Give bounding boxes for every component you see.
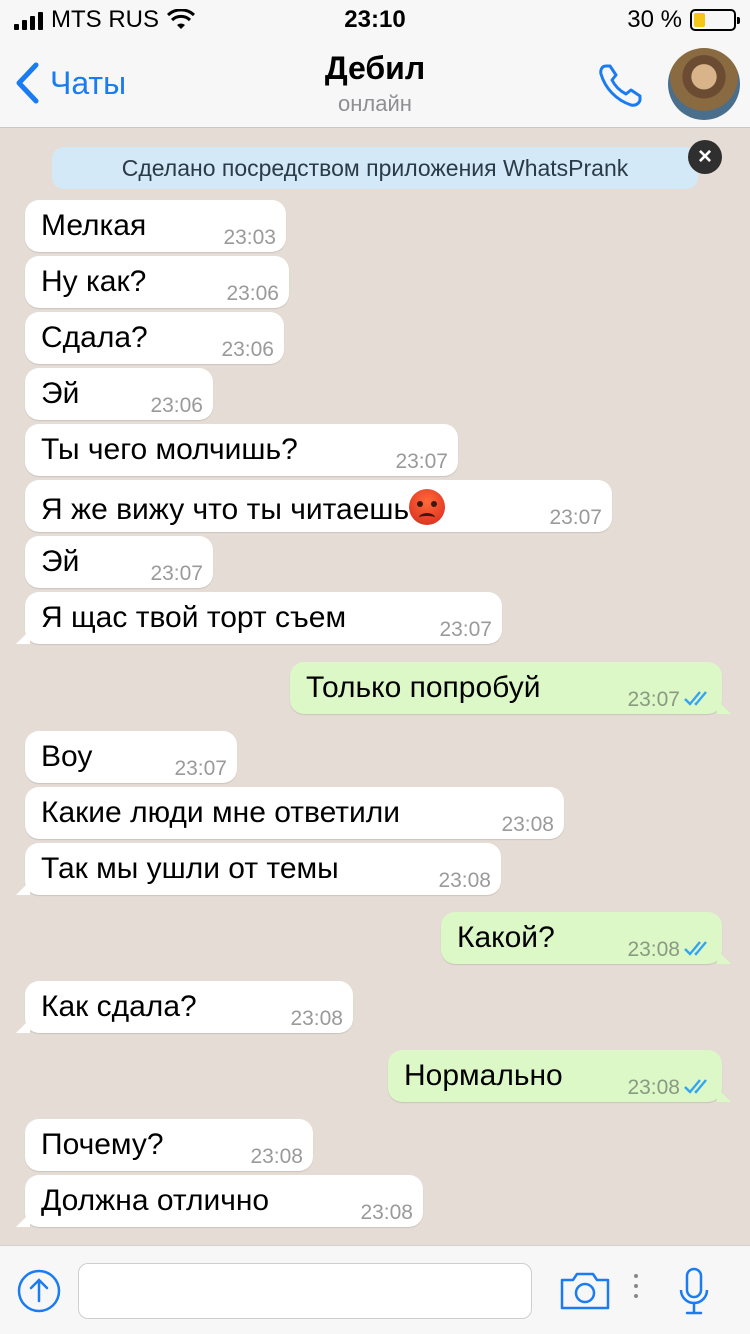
close-icon[interactable]: × [688,140,722,174]
message-text: Воу [41,740,93,773]
message-time: 23:07 [627,688,680,711]
message-input[interactable] [78,1263,532,1319]
message-time: 23:07 [150,562,203,585]
whatsprank-banner: Сделано посредством приложения WhatsPran… [52,147,698,189]
message-text: Какой? [457,921,555,954]
message-time: 23:03 [223,226,276,249]
message-time: 23:08 [290,1007,343,1030]
message-bubble[interactable]: Должна отлично 23:08 [16,1175,423,1227]
message-text: Как сдала? [41,990,197,1023]
message-bubble[interactable]: Какие люди мне ответили 23:08 [25,787,564,839]
message-bubble[interactable]: Воу 23:07 [25,731,237,783]
message-text: Только попробуй [306,671,541,704]
battery-level [694,13,706,27]
message-bubble[interactable]: Эй 23:07 [25,536,213,588]
message-text: Мелкая [41,209,147,242]
more-options-icon[interactable] [632,1274,640,1304]
back-label: Чаты [50,64,127,101]
input-bar [0,1245,750,1334]
message-text: Ты чего молчишь? [41,433,298,466]
message-time: 23:08 [627,938,680,961]
microphone-icon[interactable] [676,1266,712,1318]
message-time: 23:07 [439,618,492,641]
message-bubble-outgoing[interactable]: Какой? 23:08 [441,912,731,964]
chevron-left-icon [16,62,39,104]
message-time: 23:07 [174,757,227,780]
message-time: 23:07 [549,506,602,529]
status-bar: MTS RUS 23:10 30 % [0,0,750,40]
double-check-icon [684,941,707,956]
message-bubble[interactable]: Я же вижу что ты читаешь 23:07 [25,480,612,532]
message-time: 23:06 [226,282,279,305]
message-time: 23:08 [360,1201,413,1224]
double-check-icon [684,1079,707,1094]
contact-info[interactable]: Дебил онлайн [175,50,575,117]
chat-header: Чаты Дебил онлайн [0,40,750,128]
message-text: Ну как? [41,265,147,298]
message-text: Должна отлично [41,1184,270,1217]
message-text: Так мы ушли от темы [41,852,339,885]
message-bubble[interactable]: Сдала? 23:06 [25,312,284,364]
avatar[interactable] [668,48,740,120]
message-time: 23:06 [221,338,274,361]
message-bubble[interactable]: Эй 23:06 [25,368,213,420]
contact-status: онлайн [338,91,412,116]
message-bubble[interactable]: Ты чего молчишь? 23:07 [25,424,458,476]
message-text: Какие люди мне ответили [41,796,401,829]
contact-name: Дебил [324,50,426,86]
message-bubble[interactable]: Как сдала? 23:08 [16,981,353,1033]
message-text: Я же вижу что ты читаешь [41,493,410,526]
message-text-wrap: Я же вижу что ты читаешь [41,489,446,527]
message-bubble-outgoing[interactable]: Нормально 23:08 [388,1050,731,1102]
angry-face-icon [409,489,446,525]
message-text: Нормально [404,1059,563,1092]
message-time: 23:08 [250,1145,303,1168]
message-text: Сдала? [41,321,148,354]
message-time: 23:08 [438,869,491,892]
message-text: Я щас твой торт съем [41,601,347,634]
battery-icon [690,9,740,31]
message-time: 23:08 [627,1076,680,1099]
message-text: Почему? [41,1128,164,1161]
camera-icon[interactable] [558,1270,612,1312]
message-bubble[interactable]: Так мы ушли от темы 23:08 [16,843,501,895]
message-bubble[interactable]: Почему? 23:08 [25,1119,313,1171]
double-check-icon [684,691,707,706]
message-text: Эй [41,545,80,578]
message-bubble-outgoing[interactable]: Только попробуй 23:07 [290,662,731,714]
message-bubble[interactable]: Я щас твой торт съем 23:07 [16,592,502,644]
message-time: 23:07 [395,450,448,473]
battery-group: 30 % [627,6,740,34]
battery-percent: 30 % [627,6,682,33]
arrow-up-circle-icon[interactable] [16,1268,62,1314]
message-bubble[interactable]: Ну как? 23:06 [25,256,289,308]
message-time: 23:06 [150,394,203,417]
phone-icon[interactable] [596,60,646,110]
message-bubble[interactable]: Мелкая 23:03 [25,200,286,252]
message-time: 23:08 [501,813,554,836]
back-button[interactable]: Чаты [14,62,126,104]
message-text: Эй [41,377,80,410]
